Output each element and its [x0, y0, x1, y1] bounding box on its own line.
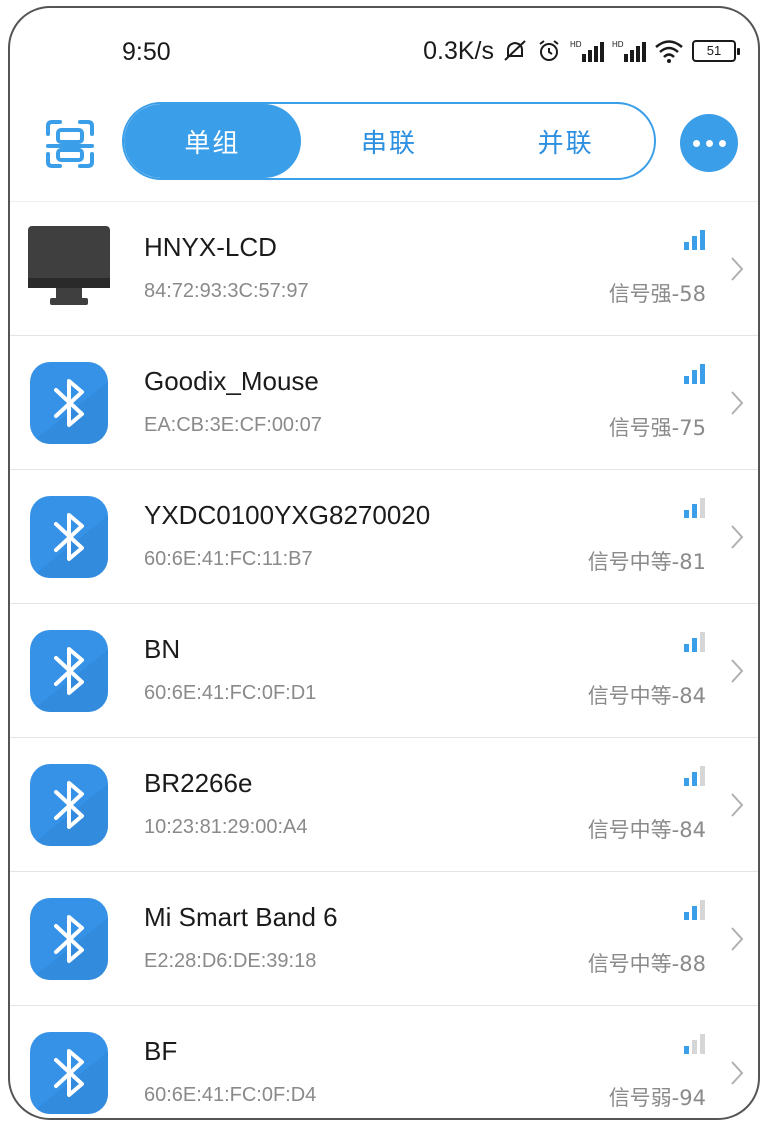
device-mac: 84:72:93:3C:57:97: [144, 280, 309, 302]
wifi-icon: [654, 38, 684, 64]
device-name: Goodix_Mouse: [144, 366, 319, 396]
signal-strength: 信号中等-88: [587, 952, 706, 976]
list-item[interactable]: Goodix_Mouse EA:CB:3E:CF:00:07 信号强-75: [10, 335, 758, 469]
mode-tabs: 单组 串联 并联: [122, 102, 656, 180]
chevron-right-icon: [731, 391, 744, 415]
list-item[interactable]: HNYX-LCD 84:72:93:3C:57:97 信号强-58: [10, 201, 758, 335]
chevron-right-icon: [731, 927, 744, 951]
chevron-right-icon: [731, 257, 744, 281]
monitor-icon: [28, 226, 110, 305]
cell-signal-1-icon: HD: [570, 38, 604, 64]
device-mac: 10:23:81:29:00:A4: [144, 816, 308, 838]
chevron-right-icon: [731, 1061, 744, 1085]
more-dot-icon: [692, 139, 700, 147]
status-time: 9:50: [122, 38, 171, 66]
signal-strength: 信号中等-81: [587, 550, 706, 574]
bluetooth-icon: [30, 764, 108, 846]
bluetooth-icon: [30, 898, 108, 980]
device-name: HNYX-LCD: [144, 232, 277, 262]
signal-bars-icon: [684, 498, 705, 518]
device-name: Mi Smart Band 6: [144, 902, 338, 932]
tab-parallel[interactable]: 并联: [477, 104, 654, 178]
chevron-right-icon: [731, 525, 744, 549]
network-speed: 0.3K/s: [423, 36, 494, 65]
chevron-right-icon: [731, 659, 744, 683]
alarm-icon: [536, 38, 562, 64]
signal-strength: 信号中等-84: [587, 684, 706, 708]
signal-strength: 信号强-58: [608, 282, 706, 306]
bluetooth-icon: [30, 1032, 108, 1114]
list-item[interactable]: Mi Smart Band 6 E2:28:D6:DE:39:18 信号中等-8…: [10, 871, 758, 1005]
list-item[interactable]: YXDC0100YXG8270020 60:6E:41:FC:11:B7 信号中…: [10, 469, 758, 603]
scan-button[interactable]: [44, 118, 96, 170]
signal-bars-icon: [684, 632, 705, 652]
device-name: BF: [144, 1036, 178, 1066]
device-mac: EA:CB:3E:CF:00:07: [144, 414, 322, 436]
signal-bars-icon: [684, 364, 705, 384]
bluetooth-icon: [30, 362, 108, 444]
battery-icon: 51: [692, 40, 740, 62]
chevron-right-icon: [731, 793, 744, 817]
more-dot-icon: [718, 139, 726, 147]
status-bar: 9:50 0.3K/s HD HD 51: [10, 8, 758, 88]
signal-bars-icon: [684, 766, 705, 786]
device-name: BR2266e: [144, 768, 253, 798]
list-item[interactable]: BF 60:6E:41:FC:0F:D4 信号弱-94: [10, 1005, 758, 1118]
device-list: HNYX-LCD 84:72:93:3C:57:97 信号强-58 Goodix…: [10, 201, 758, 1118]
svg-text:HD: HD: [612, 40, 624, 49]
signal-bars-icon: [684, 230, 705, 250]
svg-text:HD: HD: [570, 40, 582, 49]
phone-frame: 9:50 0.3K/s HD HD 51 单组 串联 并联 HNYX-LCD 8…: [8, 6, 760, 1120]
device-mac: 60:6E:41:FC:0F:D4: [144, 1084, 317, 1106]
signal-strength: 信号弱-94: [608, 1086, 706, 1110]
mute-icon: [502, 38, 528, 64]
signal-strength: 信号强-75: [608, 416, 706, 440]
bluetooth-icon: [30, 496, 108, 578]
signal-bars-icon: [684, 900, 705, 920]
tab-series[interactable]: 串联: [301, 104, 478, 178]
device-name: BN: [144, 634, 181, 664]
cell-signal-2-icon: HD: [612, 38, 646, 64]
device-mac: 60:6E:41:FC:11:B7: [144, 548, 313, 570]
device-name: YXDC0100YXG8270020: [144, 500, 431, 530]
tab-single[interactable]: 单组: [124, 104, 301, 178]
scan-icon: [46, 120, 94, 168]
status-icons: 0.3K/s HD HD 51: [423, 34, 740, 68]
list-item[interactable]: BN 60:6E:41:FC:0F:D1 信号中等-84: [10, 603, 758, 737]
device-mac: 60:6E:41:FC:0F:D1: [144, 682, 317, 704]
more-dot-icon: [705, 139, 713, 147]
device-mac: E2:28:D6:DE:39:18: [144, 950, 317, 972]
more-button[interactable]: [680, 114, 738, 172]
signal-strength: 信号中等-84: [587, 818, 706, 842]
signal-bars-icon: [684, 1034, 705, 1054]
list-item[interactable]: BR2266e 10:23:81:29:00:A4 信号中等-84: [10, 737, 758, 871]
app-header: 单组 串联 并联: [10, 92, 758, 198]
bluetooth-icon: [30, 630, 108, 712]
